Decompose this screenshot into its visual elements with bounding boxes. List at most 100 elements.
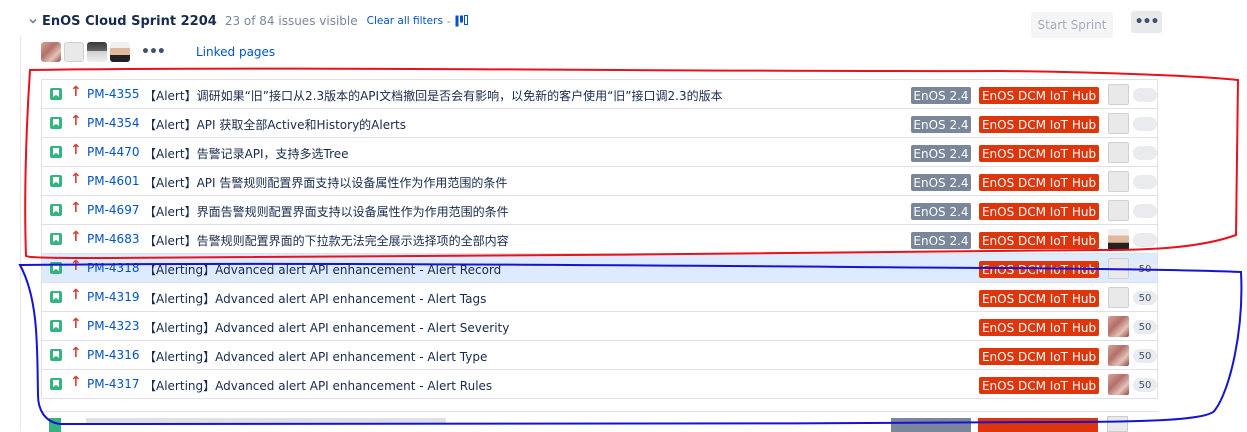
issue-key[interactable]: PM-4683 (87, 232, 139, 246)
priority-high-icon: ↑ (70, 229, 82, 245)
assignee-avatar[interactable] (1108, 374, 1129, 395)
priority-high-icon: ↑ (70, 316, 82, 332)
issue-row[interactable]: ↑ PM-4355 【Alert】调研如果“旧”接口从2.3版本的API文档撤回… (41, 79, 1158, 109)
issue-key[interactable]: PM-4323 (87, 319, 139, 333)
assignee-avatar[interactable] (1108, 316, 1129, 337)
assignee-avatar[interactable] (1108, 258, 1129, 279)
story-icon (50, 262, 62, 274)
epic-badge[interactable]: EnOS DCM IoT Hub (979, 87, 1099, 104)
priority-high-icon: ↑ (70, 374, 82, 390)
epic-badge[interactable]: EnOS DCM IoT Hub (979, 261, 1099, 278)
clear-filters-link[interactable]: Clear all filters (367, 15, 443, 27)
issue-row[interactable]: ↑ PM-4683 【Alert】告警规则配置界面的下拉款无法完全展示选择项的全… (41, 224, 1158, 254)
epic-badge[interactable]: EnOS DCM IoT Hub (979, 232, 1099, 249)
avatar[interactable] (41, 42, 61, 62)
issue-summary-cutoff (86, 418, 446, 424)
linked-pages-link[interactable]: Linked pages (196, 45, 275, 59)
assignee-avatar[interactable] (1108, 142, 1129, 163)
fix-version-badge[interactable]: EnOS 2.4 (911, 203, 971, 220)
assignee-avatar[interactable] (1108, 345, 1129, 366)
story-icon (50, 349, 62, 361)
issue-key[interactable]: PM-4316 (87, 348, 139, 362)
issue-summary: 【Alerting】Advanced alert API enhancement… (144, 292, 487, 306)
issue-key[interactable]: PM-4470 (87, 145, 139, 159)
epic-badge[interactable]: EnOS DCM IoT Hub (979, 319, 1099, 336)
issue-key[interactable]: PM-4318 (87, 261, 139, 275)
avatar[interactable] (64, 42, 84, 62)
story-icon (50, 88, 62, 100)
issue-key[interactable]: PM-4697 (87, 203, 139, 217)
separator: - (446, 14, 451, 28)
fix-version-badge (891, 418, 971, 432)
issue-list: ↑ PM-4355 【Alert】调研如果“旧”接口从2.3版本的API文档撤回… (41, 79, 1158, 399)
partially-visible-issue-row[interactable] (41, 411, 1158, 432)
priority-high-icon: ↑ (70, 171, 82, 187)
more-avatars-button[interactable]: ••• (141, 44, 166, 60)
epic-badge[interactable]: EnOS DCM IoT Hub (979, 348, 1099, 365)
sprint-left-border (20, 36, 21, 431)
issue-summary: 【Alert】告警规则配置界面的下拉款无法完全展示选择项的全部内容 (144, 234, 509, 248)
assignee-avatar[interactable] (1108, 229, 1129, 250)
issue-summary: 【Alert】API 告警规则配置界面支持以设备属性作为作用范围的条件 (144, 176, 508, 190)
issue-row[interactable]: ↑ PM-4697 【Alert】界面告警规则配置界面支持以设备属性作为作用范围… (41, 195, 1158, 225)
story-points-badge (1133, 175, 1157, 189)
priority-high-icon: ↑ (70, 200, 82, 216)
issue-key[interactable]: PM-4317 (87, 377, 139, 391)
issue-row[interactable]: ↑ PM-4470 【Alert】告警记录API，支持多选Tree EnOS 2… (41, 137, 1158, 167)
chevron-down-icon[interactable] (28, 16, 38, 26)
story-icon (50, 291, 62, 303)
issue-key[interactable]: PM-4319 (87, 290, 139, 304)
story-points-badge: 50 (1133, 349, 1157, 363)
priority-high-icon: ↑ (70, 345, 82, 361)
issue-row[interactable]: ↑ PM-4316 【Alerting】Advanced alert API e… (41, 340, 1158, 370)
assignee-avatar[interactable] (1108, 84, 1129, 105)
issue-row[interactable]: ↑ PM-4601 【Alert】API 告警规则配置界面支持以设备属性作为作用… (41, 166, 1158, 196)
issue-row[interactable]: ↑ PM-4354 【Alert】API 获取全部Active和History的… (41, 108, 1158, 138)
issue-summary: 【Alerting】Advanced alert API enhancement… (144, 263, 502, 277)
story-icon (50, 117, 62, 129)
story-points-badge: 50 (1133, 291, 1157, 305)
issue-summary: 【Alert】API 获取全部Active和History的Alerts (144, 118, 406, 132)
fix-version-badge[interactable]: EnOS 2.4 (911, 145, 971, 162)
avatar[interactable] (87, 42, 107, 62)
story-icon (50, 204, 62, 216)
story-icon (49, 418, 61, 432)
priority-high-icon: ↑ (70, 84, 82, 100)
issue-key[interactable]: PM-4354 (87, 116, 139, 130)
issue-key[interactable]: PM-4355 (87, 87, 139, 101)
fix-version-badge[interactable]: EnOS 2.4 (911, 87, 971, 104)
assignee-avatar[interactable] (1108, 113, 1129, 134)
story-points-badge: 50 (1133, 378, 1157, 392)
assignee-avatar[interactable] (1108, 171, 1129, 192)
story-points-badge: 50 (1133, 262, 1157, 276)
assignee-avatar[interactable] (1108, 200, 1129, 221)
issue-row[interactable]: ↑ PM-4319 【Alerting】Advanced alert API e… (41, 282, 1158, 312)
more-actions-button[interactable]: ••• (1131, 11, 1162, 33)
issue-summary: 【Alerting】Advanced alert API enhancement… (144, 321, 510, 335)
epic-badge[interactable]: EnOS DCM IoT Hub (979, 174, 1099, 191)
issue-row[interactable]: ↑ PM-4323 【Alerting】Advanced alert API e… (41, 311, 1158, 341)
epic-badge[interactable]: EnOS DCM IoT Hub (979, 116, 1099, 133)
story-icon (50, 233, 62, 245)
epic-badge[interactable]: EnOS DCM IoT Hub (979, 145, 1099, 162)
epic-badge[interactable]: EnOS DCM IoT Hub (979, 377, 1099, 394)
fix-version-badge[interactable]: EnOS 2.4 (911, 174, 971, 191)
story-points-badge (1133, 204, 1157, 218)
issue-summary: 【Alerting】Advanced alert API enhancement… (144, 379, 493, 393)
story-icon (50, 175, 62, 187)
issue-row[interactable]: ↑ PM-4318 【Alerting】Advanced alert API e… (41, 253, 1158, 283)
fix-version-badge[interactable]: EnOS 2.4 (911, 116, 971, 133)
epic-badge[interactable]: EnOS DCM IoT Hub (979, 203, 1099, 220)
fix-version-badge[interactable]: EnOS 2.4 (911, 232, 971, 249)
start-sprint-button[interactable]: Start Sprint (1031, 12, 1113, 38)
issue-row[interactable]: ↑ PM-4317 【Alerting】Advanced alert API e… (41, 369, 1158, 399)
epic-badge (978, 418, 1098, 432)
assignee-avatar[interactable] (1108, 287, 1129, 308)
board-view-icon[interactable] (455, 15, 468, 27)
epic-badge[interactable]: EnOS DCM IoT Hub (979, 290, 1099, 307)
sprint-name[interactable]: EnOS Cloud Sprint 2204 (42, 14, 217, 29)
avatar[interactable] (110, 42, 130, 62)
issue-key[interactable]: PM-4601 (87, 174, 139, 188)
priority-high-icon: ↑ (70, 142, 82, 158)
story-points-badge (1133, 88, 1157, 102)
